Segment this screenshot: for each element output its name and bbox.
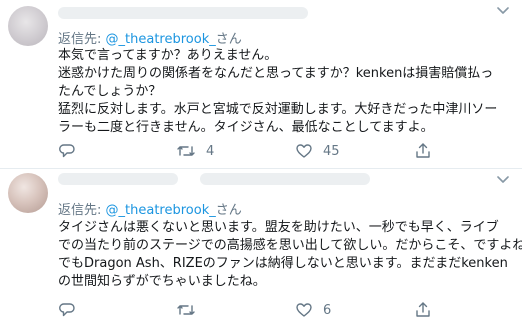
- like-count: 6: [323, 302, 332, 318]
- tweet[interactable]: 返信先: @_theatrebrook_さん タイジさんは悪くないと思います。盟…: [0, 169, 522, 328]
- tweet-text-line: でもDragon Ash、RIZEのファンは納得しないと思います。まだまだken…: [58, 256, 508, 271]
- reply-icon: [59, 303, 75, 317]
- tweet-text: 本気で言ってますか？ありえません。 迷惑かけた周りの関係者をなんだと思ってますか…: [58, 47, 497, 137]
- reply-context: 返信先: @_theatrebrook_さん: [58, 199, 242, 218]
- blurred-user-handle: [200, 173, 370, 185]
- avatar[interactable]: [8, 173, 48, 213]
- tweet-text-line: たんでしょうか？: [58, 84, 162, 99]
- retweet-icon: [177, 146, 195, 156]
- reply-icon: [59, 144, 75, 158]
- tweet-text-line: の世間知らずがでちゃいましたね。: [58, 274, 266, 289]
- blurred-user-name: [58, 7, 308, 19]
- retweet-count: 4: [206, 143, 215, 159]
- tweet-text: タイジさんは悪くないと思います。盟友を助けたい、一秒でも早く、ライブ での当たり…: [58, 219, 522, 291]
- share-button[interactable]: [414, 142, 432, 160]
- retweet-button[interactable]: 4: [176, 142, 214, 160]
- blurred-user-name: [58, 173, 178, 185]
- share-icon: [416, 302, 430, 317]
- reply-button[interactable]: [58, 301, 76, 319]
- like-icon: [296, 303, 312, 317]
- caret-down-icon[interactable]: [494, 3, 512, 19]
- tweet-text-line: ラーも二度と行きません。タイジさん、最低なことしてますよ。: [58, 120, 434, 135]
- reply-handle-link[interactable]: @_theatrebrook_: [106, 32, 216, 47]
- tweet[interactable]: 返信先: @_theatrebrook_さん 本気で言ってますか？ありえません。…: [0, 0, 522, 168]
- reply-suffix: さん: [215, 32, 242, 47]
- tweet-text-line: 迷惑かけた周りの関係者をなんだと思ってますか？kenkenは損害賠償払っ: [58, 66, 494, 81]
- like-count: 45: [323, 143, 340, 159]
- retweet-icon: [177, 305, 195, 315]
- reply-suffix: さん: [215, 203, 242, 218]
- caret-down-icon[interactable]: [494, 172, 512, 188]
- like-button[interactable]: 6: [295, 301, 331, 319]
- tweet-text-line: での当たり前のステージでの高揚感を思い出して欲しい。だからこそ、ですよね。: [58, 238, 522, 253]
- like-button[interactable]: 45: [295, 142, 340, 160]
- tweet-text-line: タイジさんは悪くないと思います。盟友を助けたい、一秒でも早く、ライブ: [58, 220, 499, 235]
- reply-button[interactable]: [58, 142, 76, 160]
- tweet-text-line: 本気で言ってますか？ありえません。: [58, 48, 278, 63]
- avatar[interactable]: [8, 6, 48, 46]
- share-icon: [416, 143, 430, 158]
- reply-context: 返信先: @_theatrebrook_さん: [58, 28, 242, 47]
- reply-prefix: 返信先:: [58, 203, 106, 218]
- tweet-text-line: 猛烈に反対します。水戸と宮城で反対運動します。大好きだった中津川ソー: [58, 102, 498, 117]
- retweet-button[interactable]: [176, 301, 206, 319]
- reply-handle-link[interactable]: @_theatrebrook_: [106, 203, 216, 218]
- like-icon: [296, 144, 312, 158]
- reply-prefix: 返信先:: [58, 32, 106, 47]
- share-button[interactable]: [414, 301, 432, 319]
